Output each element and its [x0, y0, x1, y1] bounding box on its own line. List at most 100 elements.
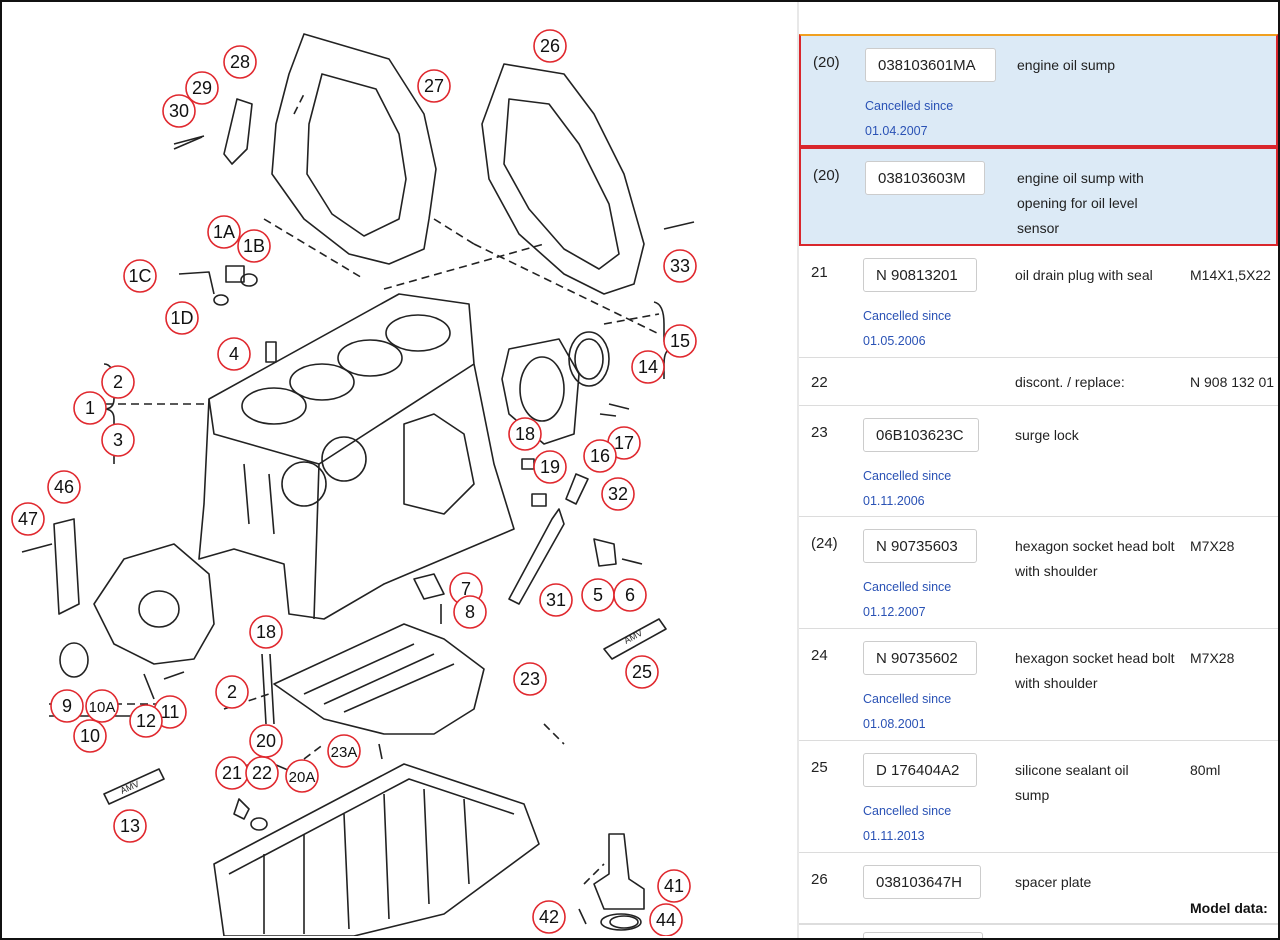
- part-description: hexagon socket head bolt with shoulder: [1015, 650, 1175, 691]
- part-description: engine oil sump: [1017, 57, 1116, 73]
- callout-number: 46: [54, 477, 74, 497]
- callout-number: 1A: [213, 222, 235, 242]
- parts-list: (20) 038103601MA Cancelled since 01.04.2…: [799, 2, 1278, 938]
- replacement-part-number[interactable]: N 908 132 01: [1190, 370, 1274, 395]
- callout-number: 47: [18, 509, 38, 529]
- parts-row[interactable]: (24) N 90735603 Cancelled since 01.12.20…: [799, 517, 1278, 629]
- next-part-number-box[interactable]: [863, 932, 983, 938]
- callout-number: 33: [670, 256, 690, 276]
- position-number: 25: [811, 759, 828, 776]
- callout-number: 41: [664, 876, 684, 896]
- callout-number: 12: [136, 711, 156, 731]
- position-number: 26: [811, 871, 828, 888]
- part-number-box[interactable]: 038103603M: [865, 161, 985, 195]
- position-number: (20): [813, 54, 840, 71]
- screen-frame: 26 27 28 29 30 1A 1B 1C 1D 33 4 15 14 2 1 3 18 17 16 19 32 46…: [0, 0, 1280, 940]
- callout-number: 1D: [170, 308, 193, 328]
- cancelled-notice: Cancelled since 01.11.2006: [863, 464, 951, 514]
- parts-row[interactable]: 24 N 90735602 Cancelled since 01.08.2001…: [799, 629, 1278, 741]
- callout-number: 2: [113, 372, 123, 392]
- parts-row[interactable]: (20) 038103601MA Cancelled since 01.04.2…: [799, 34, 1278, 147]
- cancelled-date: 01.12.2007: [863, 605, 926, 619]
- oil-sump: [213, 763, 540, 937]
- position-number: (20): [813, 167, 840, 184]
- part-number-box[interactable]: D 176404A2: [863, 753, 977, 787]
- parts-row[interactable]: 21 N 90813201 Cancelled since 01.05.2006…: [799, 246, 1278, 358]
- callout-number: 22: [252, 763, 272, 783]
- part-number-box[interactable]: 06B103623C: [863, 418, 979, 452]
- callout-number: 31: [546, 590, 566, 610]
- cancelled-notice: Cancelled since 01.11.2013: [863, 799, 951, 849]
- part-number-box[interactable]: N 90813201: [863, 258, 977, 292]
- callout-number: 20A: [289, 769, 316, 786]
- callout-number: 6: [625, 585, 635, 605]
- callout-number: 15: [670, 331, 690, 351]
- diagram-canvas: 26272829301A1B1C1D3341514213 18 1716193246…: [11, 29, 697, 937]
- cancelled-notice: Cancelled since 01.08.2001: [863, 687, 951, 737]
- position-number: 24: [811, 647, 828, 664]
- callout-number: 44: [656, 910, 676, 930]
- callout-number: 1C: [128, 266, 151, 286]
- cancelled-notice: Cancelled since 01.12.2007: [863, 575, 951, 625]
- callout-number: 16: [590, 446, 610, 466]
- position-number: (24): [811, 535, 838, 552]
- callout-number: 18: [256, 622, 276, 642]
- cancelled-date: 01.04.2007: [865, 124, 928, 138]
- callout-number: 5: [593, 585, 603, 605]
- callout-number: 11: [161, 702, 180, 722]
- part-number-box[interactable]: 038103647H: [863, 865, 981, 899]
- part-description: surge lock: [1015, 427, 1079, 443]
- callout-number: 1B: [243, 236, 265, 256]
- part-description: spacer plate: [1015, 874, 1092, 890]
- position-number: 22: [811, 374, 828, 391]
- callout-number: 29: [192, 78, 212, 98]
- parts-row[interactable]: 22 discont. / replace: N 908 132 01: [799, 358, 1278, 406]
- parts-row[interactable]: (20) 038103603M engine oil sump with ope…: [799, 147, 1278, 246]
- callout-layer: 26272829301A1B1C1D3341514213 18 1716193246…: [11, 29, 697, 937]
- cancelled-date: 01.11.2013: [863, 829, 925, 843]
- callout-number: 19: [540, 457, 560, 477]
- cancelled-label: Cancelled since: [865, 99, 954, 113]
- callout-number: 23A: [331, 744, 358, 761]
- cancelled-date: 01.05.2006: [863, 334, 926, 348]
- cancelled-date: 01.11.2006: [863, 494, 925, 508]
- cancelled-label: Cancelled since: [863, 804, 952, 818]
- callout-number: 10A: [89, 699, 116, 716]
- cancelled-label: Cancelled since: [863, 580, 952, 594]
- part-description: engine oil sump with opening for oil lev…: [1017, 170, 1144, 236]
- parts-row[interactable]: 23 06B103623C Cancelled since 01.11.2006…: [799, 406, 1278, 517]
- cancelled-notice: Cancelled since 01.04.2007: [865, 94, 953, 144]
- part-number-box[interactable]: 038103601MA: [865, 48, 996, 82]
- callout-number: 25: [632, 662, 652, 682]
- parts-row[interactable]: 25 D 176404A2 Cancelled since 01.11.2013…: [799, 741, 1278, 853]
- callout-number: 28: [230, 52, 250, 72]
- gasket-plate-26: [481, 63, 645, 295]
- callout-number: 27: [424, 76, 444, 96]
- part-description: silicone sealant oil sump: [1015, 762, 1129, 803]
- callout-number: 3: [113, 430, 123, 450]
- cancelled-notice: Cancelled since 01.05.2006: [863, 304, 951, 354]
- part-description: oil drain plug with seal: [1015, 267, 1153, 283]
- part-description: hexagon socket head bolt with shoulder: [1015, 538, 1175, 579]
- callout-number: 32: [608, 484, 628, 504]
- model-data-label: Model data:: [1190, 900, 1268, 916]
- part-spec: 80ml: [1190, 762, 1221, 778]
- exploded-parts-diagram: 26 27 28 29 30 1A 1B 1C 1D 33 4 15 14 2 1 3 18 17 16 19 32 46…: [4, 4, 794, 937]
- callout-number: 21: [222, 763, 242, 783]
- part-spec: M7X28: [1190, 538, 1235, 554]
- callout-number: 10: [80, 726, 100, 746]
- cancelled-date: 01.08.2001: [863, 717, 926, 731]
- callout-number: 2: [227, 682, 237, 702]
- callout-number: 23: [520, 669, 540, 689]
- callout-number: 17: [614, 433, 634, 453]
- cancelled-label: Cancelled since: [863, 309, 952, 323]
- part-spec: M7X28: [1190, 650, 1235, 666]
- callout-number: 18: [515, 424, 535, 444]
- callout-number: 26: [540, 36, 560, 56]
- callout-number: 30: [169, 101, 189, 121]
- part-number-box[interactable]: N 90735602: [863, 641, 977, 675]
- part-number-box[interactable]: N 90735603: [863, 529, 977, 563]
- position-number: 23: [811, 424, 828, 441]
- callout-number: 9: [62, 696, 72, 716]
- position-number: 21: [811, 264, 828, 281]
